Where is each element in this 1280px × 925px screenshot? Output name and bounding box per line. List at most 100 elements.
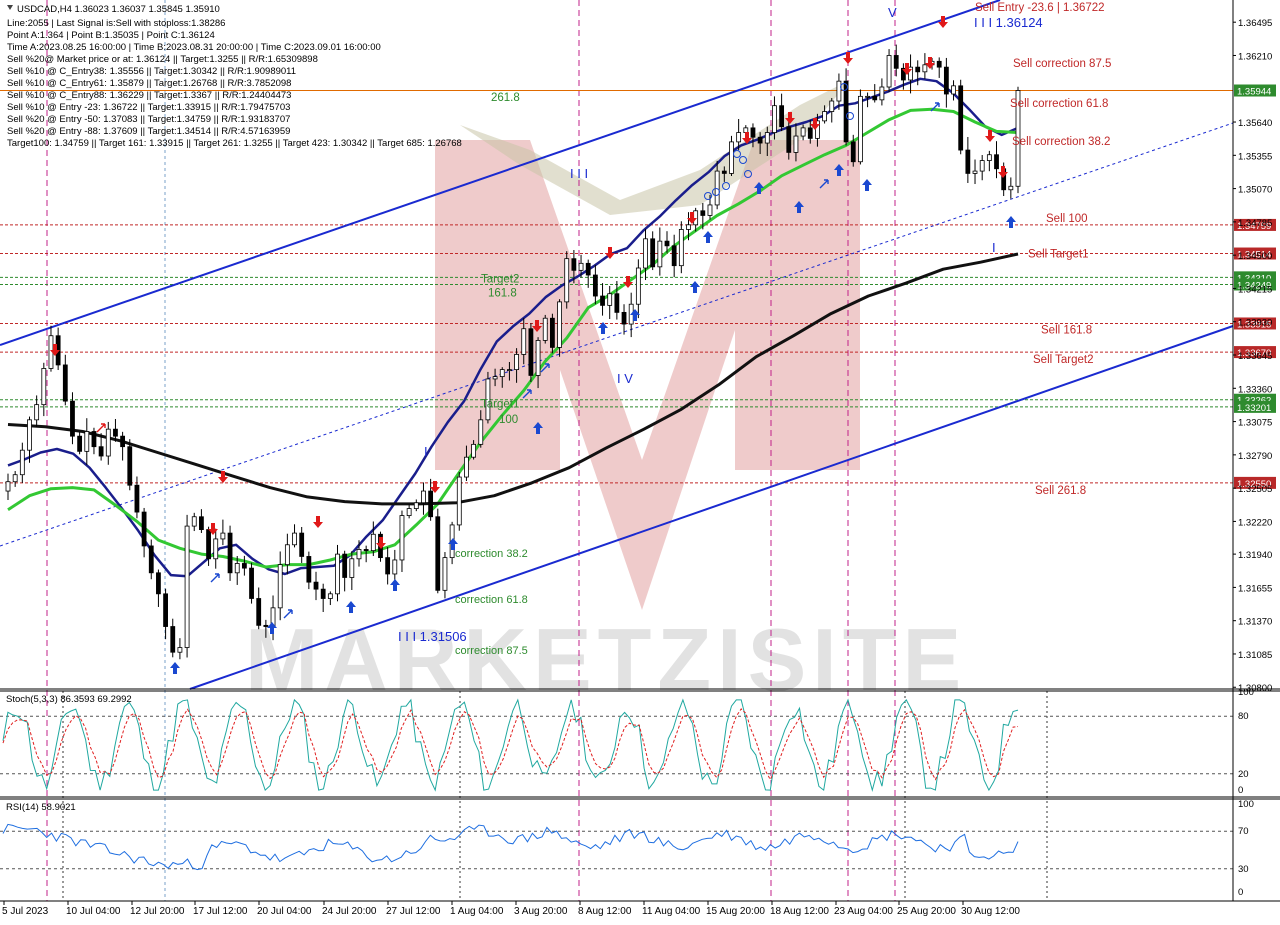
- level-label-7: Target2: [481, 273, 519, 285]
- info-line-9: Sell %20 @ Entry -88: 1.37609 || Target:…: [7, 126, 290, 137]
- candle-body: [363, 549, 369, 552]
- candle-body: [27, 419, 32, 451]
- candle-body: [413, 502, 419, 509]
- candle-body: [141, 511, 147, 547]
- candle-body: [678, 229, 684, 267]
- candle-body: [915, 66, 921, 73]
- x-tick-label: 23 Aug 04:00: [834, 906, 893, 917]
- candle-body: [370, 533, 376, 552]
- level-label-10: Sell Target2: [1033, 354, 1094, 366]
- candle-body: [750, 127, 756, 138]
- y-tick-label: 1.31085: [1238, 650, 1272, 661]
- y-tick-label: 1.35640: [1238, 118, 1272, 129]
- candle-body: [356, 549, 362, 560]
- candle-body: [721, 170, 727, 174]
- y-tick-label: 1.31370: [1238, 617, 1272, 628]
- candle-body: [84, 431, 90, 452]
- candle-body: [557, 301, 562, 348]
- wave-label-0: I: [424, 444, 428, 459]
- candle-body: [120, 435, 126, 448]
- x-tick-label: 20 Jul 04:00: [257, 906, 312, 917]
- candle-body: [492, 376, 498, 380]
- candle-body: [650, 238, 656, 268]
- candle-body: [284, 544, 290, 566]
- y-tick-label: 1.33645: [1238, 351, 1272, 362]
- candle-body: [499, 369, 505, 378]
- info-line-6: Sell %10 @ C_Entry88: 1.36229 || Target:…: [7, 90, 291, 101]
- candle-body: [807, 127, 813, 139]
- info-line-2: Time A:2023.08.25 16:00:00 | Time B:2023…: [7, 42, 381, 53]
- candle-body: [156, 572, 161, 595]
- rsi-tick-0: 100: [1238, 799, 1254, 810]
- candle-body: [234, 563, 240, 574]
- candle-body: [249, 567, 254, 599]
- candle-body: [148, 545, 154, 574]
- candle-body: [585, 262, 591, 276]
- candle-body: [872, 95, 878, 101]
- candle-body: [829, 100, 835, 112]
- x-tick-label: 17 Jul 12:00: [193, 906, 248, 917]
- y-tick-label: 1.36495: [1238, 18, 1272, 29]
- candle-body: [206, 529, 211, 560]
- candle-body: [858, 95, 863, 163]
- candle-body: [435, 516, 441, 591]
- x-tick-label: 1 Aug 04:00: [450, 906, 504, 917]
- candle-body: [779, 105, 785, 128]
- candle-body: [442, 557, 448, 591]
- info-line-0: Line:2055 | Last Signal is:Sell with sto…: [7, 18, 225, 29]
- candle-body: [736, 132, 742, 143]
- candle-body: [163, 593, 168, 627]
- candle-body: [571, 258, 577, 271]
- level-label-9: Sell 161.8: [1041, 324, 1092, 336]
- candle-body: [91, 431, 97, 448]
- stoch-tick-2: 20: [1238, 769, 1249, 780]
- stoch-title: Stoch(5,3,3) 86.3593 69.2992: [6, 694, 132, 705]
- y-tick-label: 1.33360: [1238, 384, 1272, 395]
- candle-body: [220, 532, 226, 540]
- correction-label-0: correction 38.2: [455, 548, 528, 560]
- candle-body: [98, 446, 104, 457]
- candle-body: [979, 160, 985, 172]
- candle-body: [5, 481, 11, 492]
- y-tick-label: 1.32505: [1238, 484, 1272, 495]
- candle-body: [693, 210, 699, 226]
- info-line-8: Sell %20 @ Entry -50: 1.37083 || Target:…: [7, 114, 290, 125]
- candle-body: [399, 515, 405, 561]
- candle-body: [865, 95, 870, 98]
- candle-body: [313, 581, 319, 590]
- correction-label-2: correction 87.5: [455, 645, 528, 657]
- candle-body: [277, 564, 283, 609]
- x-tick-label: 3 Aug 20:00: [514, 906, 568, 917]
- current-price-badge-text: 1.35944: [1237, 87, 1271, 98]
- candle-body: [77, 435, 83, 452]
- y-tick-label: 1.31655: [1238, 583, 1272, 594]
- correction-label-1: correction 61.8: [455, 594, 528, 606]
- candle-body: [213, 538, 219, 560]
- candle-body: [134, 484, 140, 513]
- x-tick-label: 15 Aug 20:00: [706, 906, 765, 917]
- rsi-tick-3: 0: [1238, 887, 1243, 898]
- candle-body: [113, 428, 118, 437]
- wave-label-2: I V: [617, 371, 633, 386]
- candle-body: [41, 368, 47, 406]
- y-tick-label: 1.34215: [1238, 284, 1272, 295]
- info-line-4: Sell %10 @ C_Entry38: 1.35556 || Target:…: [7, 66, 296, 77]
- candle-body: [299, 532, 305, 557]
- candle-body: [958, 85, 964, 151]
- level-label-5: Sell 100: [1046, 213, 1088, 225]
- rsi-panel[interactable]: [0, 799, 1233, 901]
- candle-body: [764, 132, 770, 144]
- stoch-tick-1: 80: [1238, 711, 1249, 722]
- candle-body: [456, 476, 462, 526]
- info-line-10: Target100: 1.34759 || Target 161: 1.3391…: [7, 138, 462, 149]
- candle-body: [19, 449, 25, 476]
- candle-body: [471, 443, 477, 458]
- candle-body: [671, 245, 677, 267]
- candle-body: [170, 626, 176, 653]
- candle-body: [786, 126, 792, 153]
- candle-body: [256, 598, 262, 626]
- candle-body: [292, 532, 297, 546]
- candle-body: [327, 593, 333, 599]
- candle-body: [664, 240, 670, 247]
- candle-body: [227, 532, 233, 574]
